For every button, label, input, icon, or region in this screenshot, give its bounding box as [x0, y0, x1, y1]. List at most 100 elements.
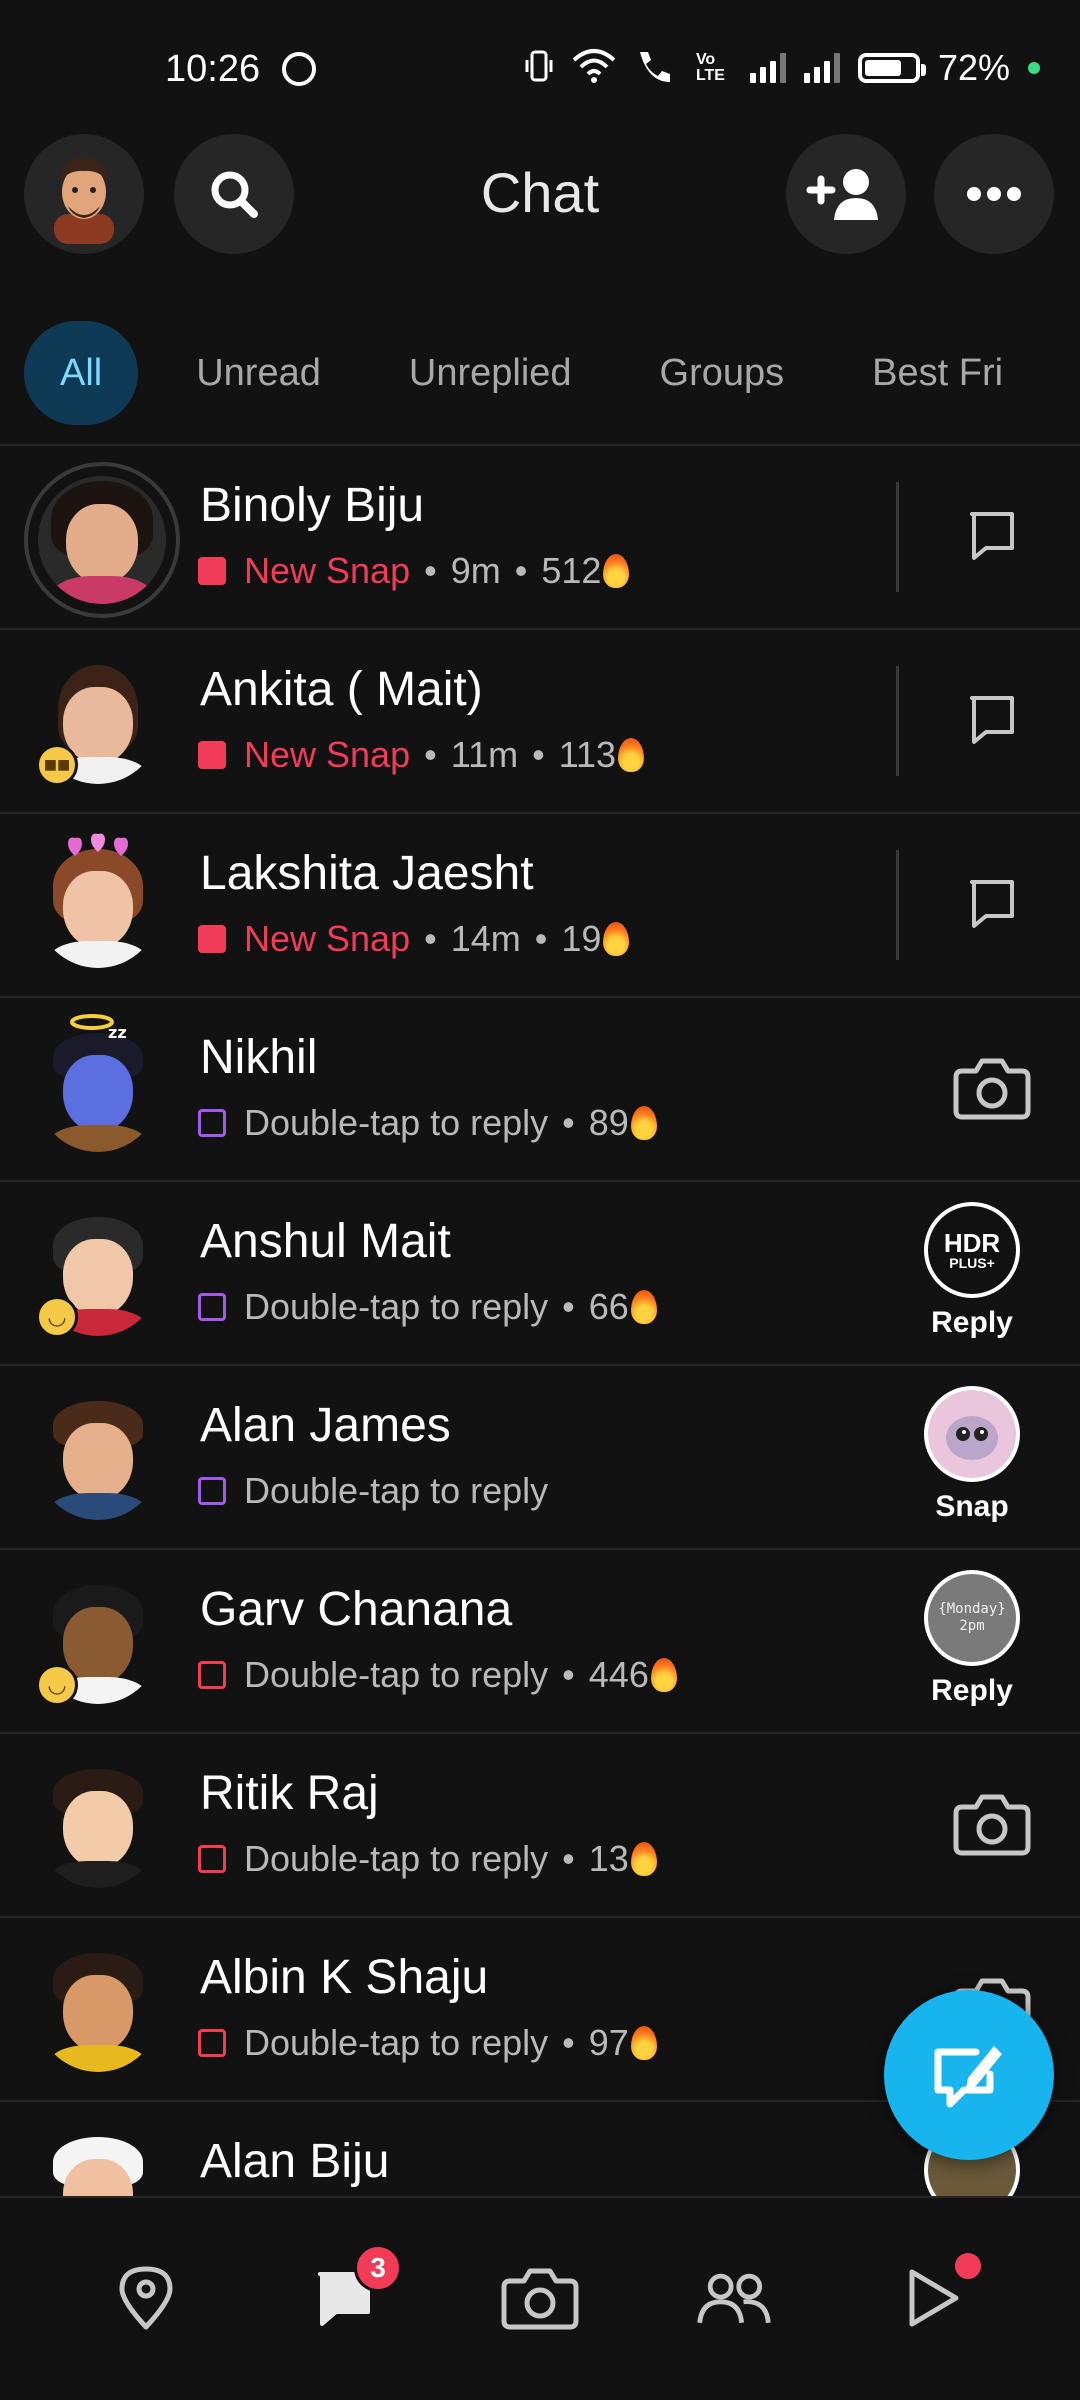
- bottom-navigation: 3: [0, 2196, 1080, 2400]
- signal-sim1-icon: [749, 53, 786, 83]
- chat-time: 14m: [450, 918, 521, 959]
- chat-row[interactable]: ◡ Anshul Mait Double-tap to reply • 66 H…: [0, 1182, 1080, 1366]
- chat-row[interactable]: zz Nikhil Double-tap to reply • 89: [0, 998, 1080, 1182]
- chat-row[interactable]: ◡ Garv Chanana Double-tap to reply • 446…: [0, 1550, 1080, 1734]
- friend-avatar[interactable]: zz: [36, 1014, 160, 1152]
- story-thumbnail: {Monday} 2pm: [924, 1570, 1020, 1666]
- nav-map[interactable]: [106, 2258, 186, 2338]
- friend-avatar[interactable]: [24, 462, 180, 618]
- new-snap-indicator: [198, 741, 226, 769]
- friend-avatar[interactable]: ◡: [36, 1212, 160, 1338]
- separator-dot: •: [562, 1654, 575, 1695]
- add-friend-button[interactable]: [786, 134, 906, 254]
- story-reply-button[interactable]: HDR PLUS+ Reply: [924, 1202, 1020, 1340]
- wifi-icon: [572, 48, 616, 89]
- nav-friends[interactable]: [694, 2258, 774, 2338]
- story-thumbnail: HDR PLUS+: [924, 1202, 1020, 1298]
- new-snap-indicator: [198, 925, 226, 953]
- snap-indicator: [198, 1845, 226, 1873]
- add-friend-icon: [806, 169, 878, 220]
- chat-name: Anshul Mait: [200, 1215, 451, 1268]
- streak-count: 113: [558, 734, 617, 775]
- chat-row[interactable]: Alan James Double-tap to reply Snap: [0, 1366, 1080, 1550]
- chat-list: Binoly Biju New Snap • 9m • 512 ■■ Ankit…: [0, 444, 1080, 2196]
- quick-snap-button[interactable]: [944, 1040, 1040, 1136]
- story-snap-button[interactable]: Snap: [924, 1386, 1020, 1524]
- camera-icon: [501, 2268, 579, 2330]
- chat-name: Binoly Biju: [200, 479, 425, 532]
- fire-icon: [630, 1106, 657, 1140]
- status-text: New Snap: [244, 918, 411, 959]
- chat-row[interactable]: Binoly Biju New Snap • 9m • 512: [0, 446, 1080, 630]
- chat-time: 11m: [450, 734, 519, 775]
- quick-chat-button[interactable]: [944, 672, 1040, 768]
- cat-sticker-icon: [946, 1416, 998, 1460]
- friend-avatar[interactable]: [36, 1948, 160, 2072]
- fire-icon: [603, 554, 630, 588]
- tab-best-friends[interactable]: Best Fri: [842, 321, 1033, 425]
- separator-dot: •: [424, 550, 437, 591]
- chat-status: Double-tap to reply • 66: [198, 1286, 657, 1328]
- quick-chat-button[interactable]: [944, 856, 1040, 952]
- chat-row[interactable]: ■■ Ankita ( Mait) New Snap • 11m • 113: [0, 630, 1080, 814]
- story-text-day: {Monday}: [938, 1601, 1006, 1618]
- fire-icon: [630, 1290, 657, 1324]
- friend-avatar[interactable]: [36, 2132, 160, 2196]
- separator-dot: •: [562, 1286, 575, 1327]
- nav-camera[interactable]: [500, 2258, 580, 2338]
- vibrate-icon: [524, 48, 554, 89]
- chat-status: New Snap • 11m • 113: [198, 734, 645, 776]
- page-title: Chat: [480, 161, 600, 224]
- chat-bubble-icon: [970, 880, 1014, 928]
- new-content-dot: [952, 2250, 984, 2282]
- streak-count: 512: [541, 550, 602, 591]
- tab-unread[interactable]: Unread: [166, 321, 351, 425]
- compose-chat-icon: [934, 2046, 1002, 2108]
- status-text: Double-tap to reply: [244, 2022, 549, 2063]
- friend-avatar[interactable]: [36, 1396, 160, 1520]
- story-text-plus: PLUS+: [949, 1255, 995, 1271]
- camera-icon: [953, 1794, 1031, 1856]
- fire-icon: [650, 1658, 677, 1692]
- spotlight-play-icon: [909, 2269, 959, 2327]
- chat-name: Albin K Shaju: [200, 1951, 489, 2004]
- friend-avatar[interactable]: [36, 1764, 160, 1888]
- status-indicators: Vo LTE 72%: [524, 46, 1040, 90]
- story-reply-button[interactable]: {Monday} 2pm Reply: [924, 1570, 1020, 1708]
- hearts-crown-icon: [68, 833, 128, 856]
- story-action-label: Reply: [931, 1306, 1013, 1339]
- chat-indicator: [198, 1109, 226, 1137]
- nav-spotlight[interactable]: [892, 2250, 984, 2338]
- story-thumbnail: [924, 1386, 1020, 1482]
- more-options-button[interactable]: [934, 134, 1054, 254]
- chat-name: Ritik Raj: [200, 1767, 379, 1820]
- status-time: 10:26: [165, 48, 261, 90]
- privacy-indicator-dot: [1028, 62, 1040, 74]
- chat-status: New Snap • 14m • 19: [198, 918, 630, 960]
- sunglasses-emoji-icon: ■■: [36, 744, 78, 786]
- fire-icon: [603, 922, 630, 956]
- quick-snap-button[interactable]: [944, 1776, 1040, 1872]
- nav-chat[interactable]: 3: [304, 2244, 402, 2338]
- tab-all[interactable]: All: [24, 321, 139, 425]
- tab-groups[interactable]: Groups: [630, 321, 815, 425]
- quick-chat-button[interactable]: [944, 488, 1040, 584]
- chat-row[interactable]: Ritik Raj Double-tap to reply • 13: [0, 1734, 1080, 1918]
- snap-indicator: [198, 1661, 226, 1689]
- friend-avatar[interactable]: [36, 833, 160, 968]
- friend-avatar[interactable]: ■■: [36, 660, 160, 786]
- friends-icon: [697, 2273, 771, 2324]
- friend-avatar[interactable]: ◡: [36, 1580, 160, 1706]
- fire-icon: [618, 738, 645, 772]
- streak-count: 66: [588, 1286, 629, 1327]
- chat-name: Alan Biju: [200, 2135, 390, 2188]
- chat-name: Alan James: [200, 1399, 451, 1452]
- tab-unreplied[interactable]: Unreplied: [379, 321, 602, 425]
- chat-row[interactable]: Lakshita Jaesht New Snap • 14m • 19: [0, 814, 1080, 998]
- halo-zzz-icon: zz: [70, 1014, 127, 1042]
- separator-dot: •: [562, 2022, 575, 2063]
- status-text: Double-tap to reply: [244, 1838, 549, 1879]
- chat-bubble-icon: [970, 512, 1014, 560]
- chat-name: Nikhil: [200, 1031, 318, 1084]
- new-chat-button[interactable]: [884, 1990, 1054, 2160]
